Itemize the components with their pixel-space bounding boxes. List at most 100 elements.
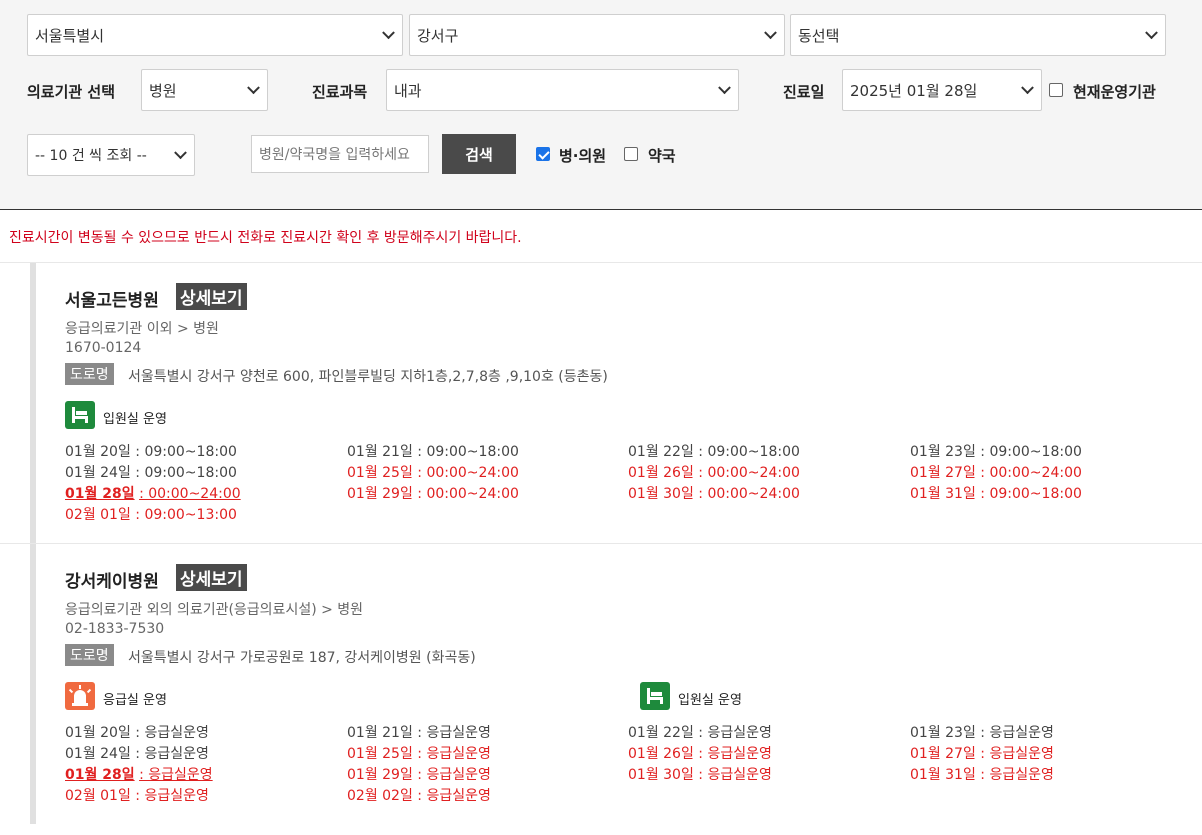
bed-icon	[640, 682, 670, 710]
hospital-card: 강서케이병원 상세보기 응급의료기관 외의 의료기관(응급의료시설) > 병원 …	[0, 543, 1202, 824]
schedule-time: : 09:00~18:00	[135, 465, 237, 481]
schedule-date: 02월 02일	[347, 788, 413, 804]
schedule-time: : 응급실운영	[698, 746, 772, 762]
service-label: 응급실 운영	[103, 693, 167, 708]
chevron-down-icon	[1021, 81, 1034, 95]
chevron-down-icon	[174, 146, 187, 160]
schedule-date: 01월 28일	[65, 767, 135, 783]
schedule-time: : 응급실운영	[139, 767, 213, 783]
schedule-item: 01월 23일 : 응급실운영	[910, 722, 1054, 742]
road-address-badge: 도로명	[65, 644, 114, 666]
institution-select-value: 병원	[149, 81, 177, 100]
schedule-time: : 응급실운영	[698, 725, 772, 741]
page-size-select[interactable]: -- 10 건 씩 조회 --	[27, 134, 195, 176]
dong-select[interactable]: 동선택	[790, 14, 1166, 56]
hospital-name[interactable]: 서울고든병원	[65, 286, 159, 311]
schedule-item: 01월 26일 : 응급실운영	[628, 743, 772, 763]
sido-select[interactable]: 서울특별시	[27, 14, 403, 56]
schedule-time: : 응급실운영	[135, 788, 209, 804]
sigungu-select[interactable]: 강서구	[409, 14, 785, 56]
detail-button[interactable]: 상세보기	[176, 283, 247, 310]
search-filter-panel: 서울특별시 강서구 동선택 의료기관 선택 병원 진료과목 내과 진료일 202…	[0, 0, 1202, 210]
schedule-time: : 00:00~24:00	[417, 486, 519, 502]
schedule-item: 02월 02일 : 응급실운영	[347, 785, 491, 805]
schedule-date: 01월 23일	[910, 725, 976, 741]
schedule-item: 01월 29일 : 00:00~24:00	[347, 483, 519, 503]
chevron-down-icon	[718, 81, 731, 95]
schedule-item: 01월 31일 : 09:00~18:00	[910, 483, 1082, 503]
schedule-item: 02월 01일 : 09:00~13:00	[65, 504, 237, 524]
road-address-badge: 도로명	[65, 363, 114, 385]
schedule-time: : 응급실운영	[980, 725, 1054, 741]
schedule-date: 01월 21일	[347, 725, 413, 741]
schedule-date: 01월 29일	[347, 486, 413, 502]
schedule-item: 01월 23일 : 09:00~18:00	[910, 441, 1082, 461]
detail-button[interactable]: 상세보기	[176, 564, 247, 591]
siren-icon	[65, 682, 95, 710]
hospital-phone: 1670-0124	[65, 340, 142, 356]
schedule-time: : 응급실운영	[698, 767, 772, 783]
schedule-item: 01월 26일 : 00:00~24:00	[628, 462, 800, 482]
schedule-date: 01월 25일	[347, 465, 413, 481]
schedule-date: 01월 22일	[628, 725, 694, 741]
sido-select-value: 서울특별시	[35, 26, 105, 45]
hospital-address: 서울특별시 강서구 가로공원로 187, 강서케이병원 (화곡동)	[128, 650, 476, 666]
schedule-time: : 00:00~24:00	[139, 486, 241, 502]
schedule-time: : 09:00~18:00	[417, 444, 519, 460]
schedule-date: 01월 30일	[628, 767, 694, 783]
schedule-date: 01월 31일	[910, 486, 976, 502]
page-size-select-value: -- 10 건 씩 조회 --	[35, 148, 147, 164]
schedule-item: 01월 29일 : 응급실운영	[347, 764, 491, 784]
schedule-item: 01월 20일 : 응급실운영	[65, 722, 209, 742]
institution-select[interactable]: 병원	[141, 69, 268, 111]
department-select[interactable]: 내과	[386, 69, 739, 111]
schedule-date: 01월 24일	[65, 465, 131, 481]
schedule-date: 01월 30일	[628, 486, 694, 502]
service-label: 입원실 운영	[678, 693, 742, 708]
hospital-name[interactable]: 강서케이병원	[65, 567, 159, 592]
search-button[interactable]: 검색	[442, 134, 516, 174]
service-label: 입원실 운영	[103, 412, 167, 427]
schedule-time: : 09:00~18:00	[135, 444, 237, 460]
department-select-value: 내과	[394, 81, 422, 100]
schedule-item: 01월 22일 : 09:00~18:00	[628, 441, 800, 461]
schedule-time: : 00:00~24:00	[698, 486, 800, 502]
schedule-time: : 응급실운영	[135, 746, 209, 762]
schedule-item: 01월 24일 : 09:00~18:00	[65, 462, 237, 482]
hospital-checkbox[interactable]	[536, 147, 550, 161]
hospital-phone: 02-1833-7530	[65, 621, 165, 637]
bed-icon	[65, 401, 95, 429]
sigungu-select-value: 강서구	[417, 26, 459, 45]
chevron-down-icon	[764, 26, 777, 40]
schedule-date: 01월 28일	[65, 486, 135, 502]
schedule-date: 01월 25일	[347, 746, 413, 762]
pharmacy-checkbox[interactable]	[624, 147, 638, 161]
schedule-time: : 09:00~18:00	[698, 444, 800, 460]
schedule-date: 01월 26일	[628, 746, 694, 762]
schedule-item: 01월 25일 : 응급실운영	[347, 743, 491, 763]
date-select[interactable]: 2025년 01월 28일	[842, 69, 1042, 111]
schedule-time: : 00:00~24:00	[980, 465, 1082, 481]
schedule-time: : 응급실운영	[417, 788, 491, 804]
schedule-date: 01월 20일	[65, 444, 131, 460]
schedule-date: 01월 26일	[628, 465, 694, 481]
notice-text: 진료시간이 변동될 수 있으므로 반드시 전화로 진료시간 확인 후 방문해주시…	[9, 230, 522, 246]
schedule-item: 01월 20일 : 09:00~18:00	[65, 441, 237, 461]
schedule-time: : 응급실운영	[417, 725, 491, 741]
schedule-date: 01월 21일	[347, 444, 413, 460]
schedule-item: 01월 27일 : 00:00~24:00	[910, 462, 1082, 482]
open-now-checkbox[interactable]	[1049, 83, 1063, 97]
schedule-date: 01월 31일	[910, 767, 976, 783]
hospital-card: 서울고든병원 상세보기 응급의료기관 이외 > 병원 1670-0124 도로명…	[0, 262, 1202, 543]
schedule-time: : 응급실운영	[135, 725, 209, 741]
schedule-date: 02월 01일	[65, 507, 131, 523]
search-input[interactable]: 병원/약국명을 입력하세요	[251, 135, 429, 173]
schedule-date: 01월 24일	[65, 746, 131, 762]
schedule-date: 01월 23일	[910, 444, 976, 460]
schedule-item-today: 01월 28일 : 00:00~24:00	[65, 483, 241, 503]
schedule-item: 01월 27일 : 응급실운영	[910, 743, 1054, 763]
schedule-item: 01월 30일 : 응급실운영	[628, 764, 772, 784]
hospital-address: 서울특별시 강서구 양천로 600, 파인블루빌딩 지하1층,2,7,8층 ,9…	[128, 369, 608, 385]
schedule-date: 01월 27일	[910, 465, 976, 481]
schedule-time: : 응급실운영	[417, 746, 491, 762]
